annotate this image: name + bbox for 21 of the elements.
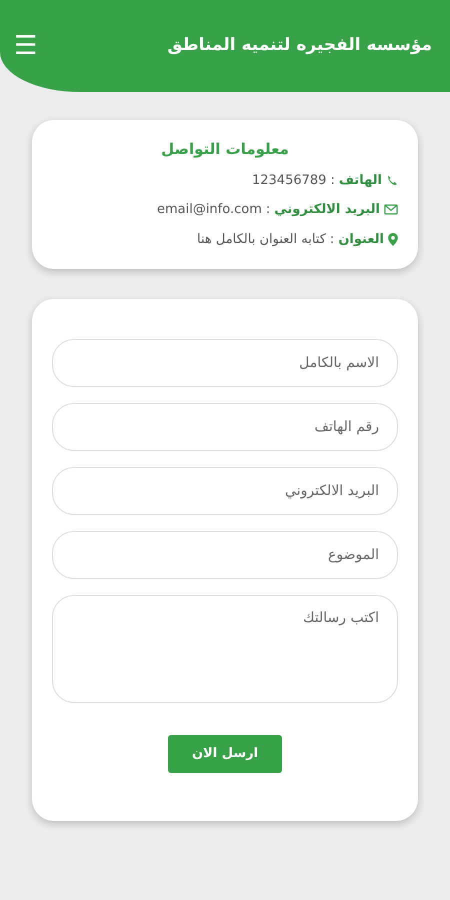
contact-label: العنوان [338, 230, 384, 248]
separator-text: : [330, 230, 334, 248]
phone-icon [386, 174, 398, 186]
contact-value: كتابه العنوان بالكامل هنا [196, 230, 326, 248]
contact-value: 123456789 [252, 172, 326, 190]
contact-label: الهاتف [338, 172, 382, 190]
contact-label: البريد الالكتروني [274, 201, 380, 219]
send-button[interactable]: ارسل الان [168, 735, 282, 773]
contact-value: email@info.com [156, 201, 262, 219]
input-field[interactable]: الموضوع [52, 531, 398, 579]
map-pin-icon [388, 232, 398, 246]
separator-text: : [330, 172, 335, 190]
input-field[interactable]: البريد الالكتروني [52, 467, 398, 515]
app-title: مؤسسه الفجيره لتنميه المناطق [167, 34, 432, 58]
envelope-icon [384, 204, 398, 216]
input-field[interactable]: الاسم بالكامل [52, 339, 398, 387]
separator-text: : [266, 201, 270, 219]
card-title: معلومات التواصل [160, 139, 290, 160]
message-field[interactable]: اكتب رسالتك [52, 595, 398, 703]
input-field[interactable]: رقم الهاتف [52, 403, 398, 451]
menu-icon[interactable]: ☰ [14, 33, 38, 59]
